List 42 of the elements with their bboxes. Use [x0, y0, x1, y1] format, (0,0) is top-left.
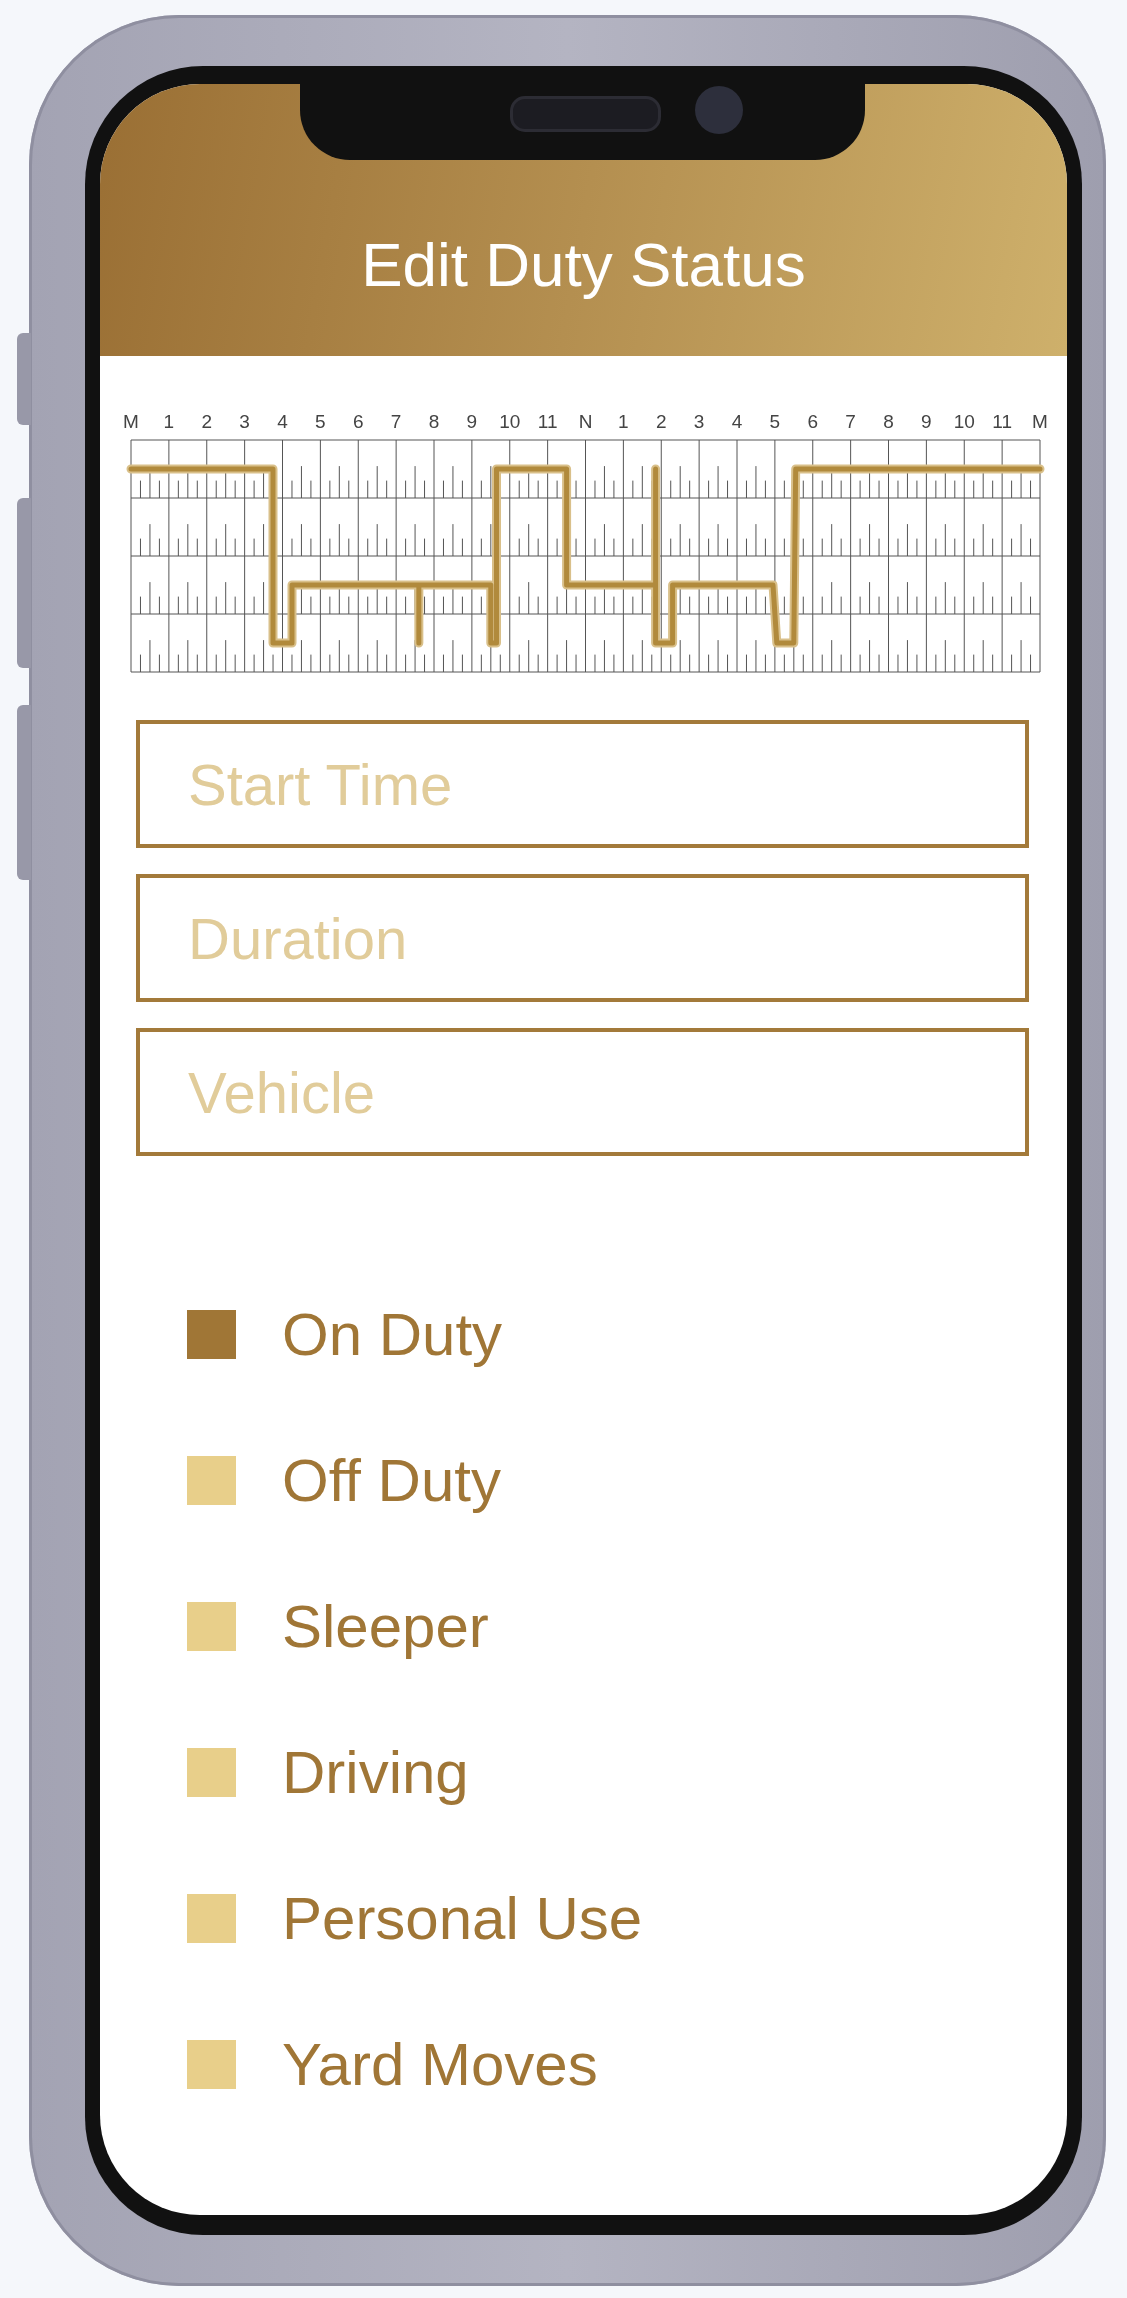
hour-label: 5 [769, 411, 781, 432]
hour-label: 1 [163, 411, 175, 432]
input-field[interactable]: Start Time [136, 720, 1029, 848]
hour-label: 11 [992, 411, 1012, 432]
input-field[interactable]: Duration [136, 874, 1029, 1002]
status-label[interactable]: On Duty [282, 1299, 503, 1369]
status-radio[interactable] [187, 1893, 236, 1943]
status-radio[interactable] [187, 1309, 236, 1359]
hour-label: 7 [390, 411, 402, 432]
hour-label: M [1032, 411, 1048, 432]
hour-label: 8 [883, 411, 894, 432]
status-radio[interactable] [187, 2039, 236, 2089]
hour-label: M [123, 411, 139, 432]
hour-label: 1 [618, 411, 629, 432]
hour-label: 6 [807, 411, 819, 432]
status-label[interactable]: Off Duty [282, 1445, 501, 1515]
hour-label: 8 [428, 411, 440, 432]
hour-label: 3 [693, 411, 705, 432]
hour-label: 9 [466, 411, 478, 432]
hour-label: 4 [277, 411, 288, 432]
hour-label: 10 [953, 411, 975, 432]
status-label[interactable]: Personal Use [282, 1883, 643, 1953]
hour-label: 5 [315, 411, 326, 432]
status-radio[interactable] [187, 1601, 236, 1651]
hour-label: 6 [352, 411, 364, 432]
hour-label: 2 [655, 411, 667, 432]
hour-label: 11 [537, 411, 558, 432]
status-label[interactable]: Yard Moves [282, 2029, 598, 2099]
hour-label: N [578, 411, 593, 432]
hour-label: 10 [499, 411, 521, 432]
status-radio[interactable] [187, 1747, 236, 1797]
hour-label: 9 [921, 411, 932, 432]
status-label[interactable]: Driving [282, 1737, 469, 1807]
hour-label: 7 [845, 411, 856, 432]
camera-icon [695, 86, 743, 134]
hour-label: 3 [239, 411, 250, 432]
hour-label: 4 [731, 411, 743, 432]
status-label[interactable]: Sleeper [282, 1591, 489, 1661]
hour-label: 2 [201, 411, 213, 432]
status-radio[interactable] [187, 1455, 236, 1505]
speaker-icon [510, 96, 661, 132]
input-field[interactable]: Vehicle [136, 1028, 1029, 1156]
